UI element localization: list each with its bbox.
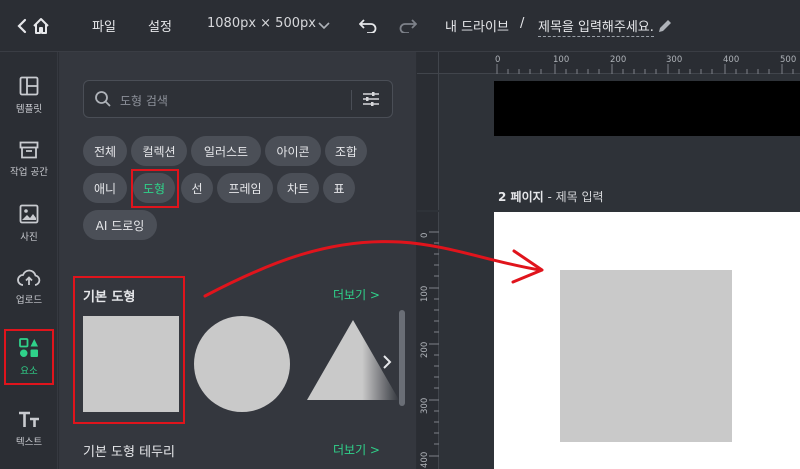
upload-icon [17,269,41,286]
horizontal-ruler: 0 100 200 300 400 500 [417,52,800,74]
rail-label: 템플릿 [15,103,43,115]
search-divider [351,90,352,110]
chip-chart[interactable]: 차트 [277,173,319,203]
page-2-title[interactable]: 제목 입력 [556,190,604,204]
rail-item-upload[interactable]: 업로드 [0,258,58,316]
pencil-icon[interactable] [653,14,677,38]
chip-table[interactable]: 표 [323,173,355,203]
elements-icon [19,337,38,357]
ruler-v-label: 100 [420,285,430,302]
shape-search-box[interactable]: 도형 검색 [83,80,393,118]
document-title[interactable]: 제목을 입력해주세요. [538,16,654,37]
shape-square[interactable] [83,316,179,412]
rail-item-workspace[interactable]: 작업 공간 [0,130,58,188]
chip-line[interactable]: 선 [181,173,213,203]
ruler-corner [417,52,439,74]
chip-all[interactable]: 전체 [83,136,127,166]
chevron-down-icon[interactable] [312,14,336,38]
ruler-h-label: 200 [610,55,627,65]
panel-scrollbar[interactable] [399,310,405,406]
top-bar: 파일 설정 1080px × 500px 내 드라이브 / 제목을 입력해주세요… [0,0,800,52]
canvas-area[interactable]: 0 100 200 300 400 500 2 페이지 - 제목 입력 0 10… [417,52,800,469]
vertical-ruler-upper [417,74,439,210]
ruler-h-label: 300 [666,55,683,65]
ruler-h-label: 0 [495,55,501,65]
chip-animation[interactable]: 애니 [83,173,127,203]
section-outline-shapes-more[interactable]: 더보기 > [333,441,380,458]
section-outline-shapes-title: 기본 도형 테두리 [83,445,175,460]
page-2-number: 2 페이지 [498,190,544,204]
rail-label: 작업 공간 [10,166,48,178]
chevron-right-icon[interactable] [375,350,399,374]
undo-icon[interactable] [356,14,380,38]
ruler-v-label: 0 [420,232,430,238]
chip-ai-drawing[interactable]: AI 드로잉 [83,210,157,240]
chip-shape[interactable]: 도형 [133,173,175,203]
page-1[interactable] [494,81,800,136]
vertical-ruler: 0 100 200 300 400 [417,212,439,469]
ruler-v-label: 200 [420,341,430,358]
rail-item-template[interactable]: 템플릿 [0,66,58,124]
chip-combination[interactable]: 조합 [325,136,367,166]
page-2-dash: - [543,190,556,204]
ruler-h-label: 100 [553,55,570,65]
chip-frame[interactable]: 프레임 [217,173,273,203]
shape-circle[interactable] [194,316,290,412]
rail-item-elements[interactable]: 요소 [4,329,54,385]
chevron-left-icon [17,18,27,34]
canvas-square-shape[interactable] [560,270,732,442]
home-button[interactable] [16,14,56,38]
workspace-icon [19,141,39,158]
ruler-v-label: 400 [420,451,430,468]
template-icon [19,76,39,95]
filter-icon[interactable] [362,90,380,108]
rail-label: 사진 [20,231,38,243]
search-input[interactable]: 도형 검색 [120,92,168,109]
chip-icon[interactable]: 아이콘 [265,136,321,166]
ruler-h-label: 400 [723,55,740,65]
ruler-v-label: 300 [420,397,430,414]
search-icon [95,91,111,107]
redo-icon[interactable] [396,14,420,38]
rail-label: 텍스트 [15,436,43,448]
file-menu[interactable]: 파일 [92,16,116,35]
rail-label: 요소 [20,365,38,377]
home-icon [33,18,49,34]
text-icon [19,411,39,427]
chip-illustration[interactable]: 일러스트 [191,136,261,166]
section-basic-shapes-title: 기본 도형 [83,290,136,305]
elements-panel: 도형 검색 전체 컬렉션 일러스트 아이콘 조합 애니 도형 선 프레임 차트 … [59,52,416,469]
breadcrumb-separator: / [520,16,525,31]
rail-item-photo[interactable]: 사진 [0,194,58,252]
chip-collection[interactable]: 컬렉션 [131,136,187,166]
ruler-h-label: 500 [780,55,797,65]
rail-label: 업로드 [15,294,43,306]
settings-menu[interactable]: 설정 [148,16,172,35]
breadcrumb-drive[interactable]: 내 드라이브 [445,16,509,35]
page-2-label: 2 페이지 - 제목 입력 [498,188,604,205]
left-rail: 템플릿 작업 공간 사진 업로드 요소 텍스트 [0,52,58,469]
photo-icon [19,204,39,223]
section-basic-shapes-more[interactable]: 더보기 > [333,286,380,303]
rail-item-text[interactable]: 텍스트 [0,400,58,458]
canvas-size-dropdown[interactable]: 1080px × 500px [207,16,316,31]
